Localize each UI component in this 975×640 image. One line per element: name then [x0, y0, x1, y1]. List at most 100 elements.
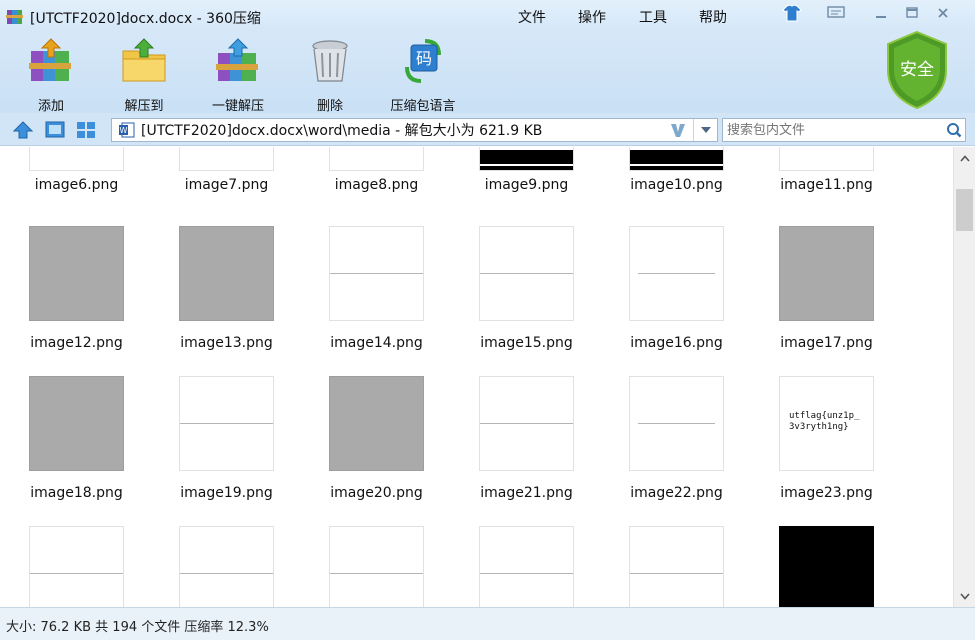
minimize-icon[interactable] [869, 4, 893, 22]
file-item[interactable]: image21.png [450, 376, 600, 516]
file-item[interactable]: image14.png [300, 226, 450, 366]
file-item[interactable] [750, 526, 900, 607]
status-text: 大小: 76.2 KB 共 194 个文件 压缩率 12.3% [6, 620, 269, 635]
file-thumbnail [629, 147, 724, 171]
scroll-down-arrow[interactable] [954, 585, 975, 607]
file-thumbnail [29, 526, 124, 607]
menu-help[interactable]: 帮助 [699, 7, 727, 27]
delete-button[interactable]: 删除 [305, 37, 355, 114]
file-name: image20.png [330, 485, 423, 501]
trash-can-icon [312, 40, 348, 82]
window-title: [UTCTF2020]docx.docx - 360压缩 [30, 11, 261, 27]
chevron-up-icon [959, 154, 970, 162]
chevron-down-icon [700, 127, 711, 133]
file-name: image7.png [184, 177, 269, 193]
file-thumbnail [179, 526, 274, 607]
file-thumbnail [479, 226, 574, 321]
file-item[interactable]: image16.png [600, 226, 750, 366]
svg-text:W: W [120, 126, 128, 135]
address-dropdown-button[interactable] [693, 119, 717, 141]
menu-tools[interactable]: 工具 [639, 7, 667, 27]
security-shield-icon[interactable]: 安全 [884, 30, 950, 110]
file-item[interactable]: image22.png [600, 376, 750, 516]
one-click-extract-label: 一键解压 [211, 99, 264, 114]
maximize-icon[interactable] [900, 4, 924, 22]
chevron-down-icon [959, 592, 970, 600]
search-box[interactable] [722, 118, 966, 142]
search-input[interactable] [723, 119, 933, 141]
file-item[interactable]: image17.png [750, 226, 900, 366]
file-name: image13.png [180, 335, 273, 351]
archive-path: [UTCTF2020]docx.docx\word\media - 解包大小为 … [141, 123, 543, 139]
thumbnail-line [638, 273, 715, 274]
file-item[interactable] [150, 526, 300, 607]
file-thumbnail [179, 147, 274, 171]
file-thumbnail [179, 226, 274, 321]
file-thumbnail [779, 526, 874, 607]
file-name: image16.png [630, 335, 723, 351]
menu-operation[interactable]: 操作 [578, 7, 606, 27]
vertical-scrollbar[interactable] [953, 147, 975, 607]
file-thumbnail [179, 376, 274, 471]
v-logo-icon[interactable] [669, 121, 687, 139]
scroll-up-arrow[interactable] [954, 147, 975, 169]
feedback-icon[interactable] [824, 4, 848, 22]
thumbnail-line [480, 423, 573, 424]
file-grid: image6.png image7.png image8.png image9.png… [0, 147, 953, 607]
file-item[interactable]: image18.png [0, 376, 150, 516]
search-icon[interactable] [946, 122, 962, 138]
address-bar: W [UTCTF2020]docx.docx\word\media - 解包大小… [0, 113, 975, 146]
archive-language-button[interactable]: 码 压缩包语言 [386, 37, 460, 114]
thumbnail-line [180, 423, 273, 424]
file-name: image8.png [334, 177, 419, 193]
one-click-extract-button[interactable]: 一键解压 [206, 37, 270, 114]
file-thumbnail [629, 226, 724, 321]
one-click-extract-icon [216, 38, 258, 81]
file-item[interactable]: image19.png [150, 376, 300, 516]
add-button[interactable]: 添加 [26, 37, 76, 114]
title-bar: [UTCTF2020]docx.docx - 360压缩 文件 操作 工具 帮助 [0, 0, 975, 33]
skin-shirt-icon[interactable] [780, 4, 804, 22]
file-item[interactable]: image15.png [450, 226, 600, 366]
file-name: image6.png [34, 177, 119, 193]
file-item[interactable]: image13.png [150, 226, 300, 366]
file-name: image23.png [780, 485, 873, 501]
language-badge-text: 码 [416, 49, 432, 68]
file-name: image12.png [30, 335, 123, 351]
file-name: image22.png [630, 485, 723, 501]
file-item[interactable] [0, 526, 150, 607]
large-icon-view-icon[interactable] [45, 120, 65, 140]
thumbnail-line [330, 573, 423, 574]
address-field[interactable]: W [UTCTF2020]docx.docx\word\media - 解包大小… [111, 118, 718, 142]
file-thumbnail [479, 376, 574, 471]
file-thumbnail [29, 226, 124, 321]
detail-view-icon[interactable] [76, 120, 96, 140]
up-folder-icon[interactable] [13, 120, 33, 140]
file-item[interactable] [600, 526, 750, 607]
file-name: image14.png [330, 335, 423, 351]
file-thumbnail [779, 147, 874, 171]
file-thumbnail [479, 147, 574, 171]
file-thumbnail [29, 376, 124, 471]
status-bar: 大小: 76.2 KB 共 194 个文件 压缩率 12.3% [0, 607, 975, 640]
scrollbar-thumb[interactable] [956, 189, 973, 231]
delete-label: 删除 [316, 99, 343, 114]
file-thumbnail [629, 376, 724, 471]
file-thumbnail [329, 526, 424, 607]
archive-language-label: 压缩包语言 [390, 99, 456, 114]
close-icon[interactable] [931, 4, 955, 22]
thumbnail-line [480, 573, 573, 574]
thumbnail-line [180, 573, 273, 574]
file-item[interactable] [300, 526, 450, 607]
file-item[interactable]: image20.png [300, 376, 450, 516]
thumbnail-line [630, 573, 723, 574]
file-name: image15.png [480, 335, 573, 351]
file-item[interactable] [450, 526, 600, 607]
file-thumbnail [29, 147, 124, 171]
menu-file[interactable]: 文件 [518, 7, 546, 27]
file-item[interactable]: utflag{unz1p_ 3v3ryth1ng} image23.png [750, 376, 900, 516]
file-name: image9.png [484, 177, 569, 193]
file-name: image19.png [180, 485, 273, 501]
extract-to-button[interactable]: 解压到 [118, 37, 170, 114]
file-item[interactable]: image12.png [0, 226, 150, 366]
